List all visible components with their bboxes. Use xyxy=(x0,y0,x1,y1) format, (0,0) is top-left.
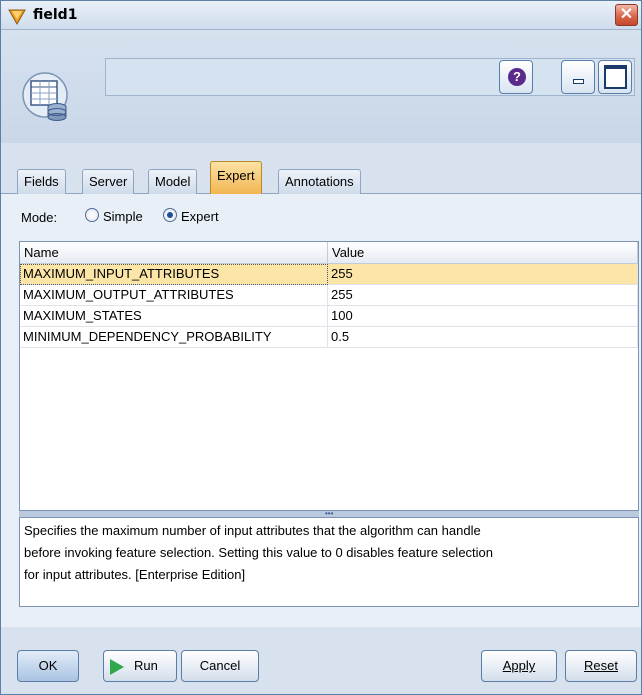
cell-value[interactable]: 100 xyxy=(328,306,638,327)
description-panel: Specifies the maximum number of input at… xyxy=(19,517,639,607)
cell-name: MAXIMUM_STATES xyxy=(20,306,328,327)
run-button[interactable]: Run xyxy=(103,650,177,682)
table-row[interactable]: MAXIMUM_INPUT_ATTRIBUTES 255 xyxy=(20,264,638,285)
node-name-field[interactable] xyxy=(105,58,635,96)
dialog-window: field1 ✕ ? Fields Server Model Expert An… xyxy=(0,0,642,695)
cell-name: MAXIMUM_OUTPUT_ATTRIBUTES xyxy=(20,285,328,306)
ok-button[interactable]: OK xyxy=(17,650,79,682)
cell-value[interactable]: 255 xyxy=(328,264,638,285)
run-label: Run xyxy=(134,658,158,673)
tab-server[interactable]: Server xyxy=(82,169,135,194)
table-database-node-icon xyxy=(22,72,68,121)
description-line: for input attributes. [Enterprise Editio… xyxy=(24,567,246,582)
close-icon: ✕ xyxy=(619,6,634,23)
cancel-button[interactable]: Cancel xyxy=(181,650,259,682)
mode-expert-label[interactable]: Expert xyxy=(181,209,219,224)
cell-value[interactable]: 0.5 xyxy=(328,327,638,348)
mode-simple-label[interactable]: Simple xyxy=(103,209,143,224)
maximize-icon xyxy=(604,65,627,89)
window-title: field1 xyxy=(33,7,78,23)
column-header-value[interactable]: Value xyxy=(328,242,638,264)
tab-model[interactable]: Model xyxy=(148,169,198,194)
cancel-label: Cancel xyxy=(199,658,241,673)
table-row[interactable]: MINIMUM_DEPENDENCY_PROBABILITY 0.5 xyxy=(20,327,638,348)
reset-label: Reset xyxy=(584,658,618,673)
description-line: Specifies the maximum number of input at… xyxy=(24,523,481,538)
description-line: before invoking feature selection. Setti… xyxy=(24,545,494,560)
tab-annotations[interactable]: Annotations xyxy=(278,169,361,194)
cell-name: MAXIMUM_INPUT_ATTRIBUTES xyxy=(20,264,328,285)
title-bar[interactable]: field1 ✕ xyxy=(1,1,641,30)
close-button[interactable]: ✕ xyxy=(615,4,638,26)
mode-label: Mode: xyxy=(21,210,58,225)
reset-button[interactable]: Reset xyxy=(565,650,637,682)
ok-label: OK xyxy=(38,658,58,673)
mode-expert-radio[interactable] xyxy=(163,208,177,222)
help-icon: ? xyxy=(508,68,526,86)
minimize-icon xyxy=(573,79,584,84)
apply-label: Apply xyxy=(502,658,536,673)
table-row[interactable]: MAXIMUM_STATES 100 xyxy=(20,306,638,327)
column-header-name[interactable]: Name xyxy=(20,242,328,264)
cell-name: MINIMUM_DEPENDENCY_PROBABILITY xyxy=(20,327,328,348)
mode-simple-radio[interactable] xyxy=(85,208,99,222)
minimize-button[interactable] xyxy=(561,60,595,94)
cell-value[interactable]: 255 xyxy=(328,285,638,306)
tab-fields[interactable]: Fields xyxy=(17,169,66,194)
apply-button[interactable]: Apply xyxy=(481,650,557,682)
help-button[interactable]: ? xyxy=(499,60,533,94)
table-row[interactable]: MAXIMUM_OUTPUT_ATTRIBUTES 255 xyxy=(20,285,638,306)
play-icon xyxy=(110,659,124,675)
maximize-button[interactable] xyxy=(598,60,632,94)
tab-expert[interactable]: Expert xyxy=(210,161,262,194)
header-panel: ? xyxy=(1,31,641,143)
expert-options-table[interactable]: Name Value MAXIMUM_INPUT_ATTRIBUTES 255 … xyxy=(19,241,639,511)
diamond-node-icon xyxy=(8,9,26,26)
